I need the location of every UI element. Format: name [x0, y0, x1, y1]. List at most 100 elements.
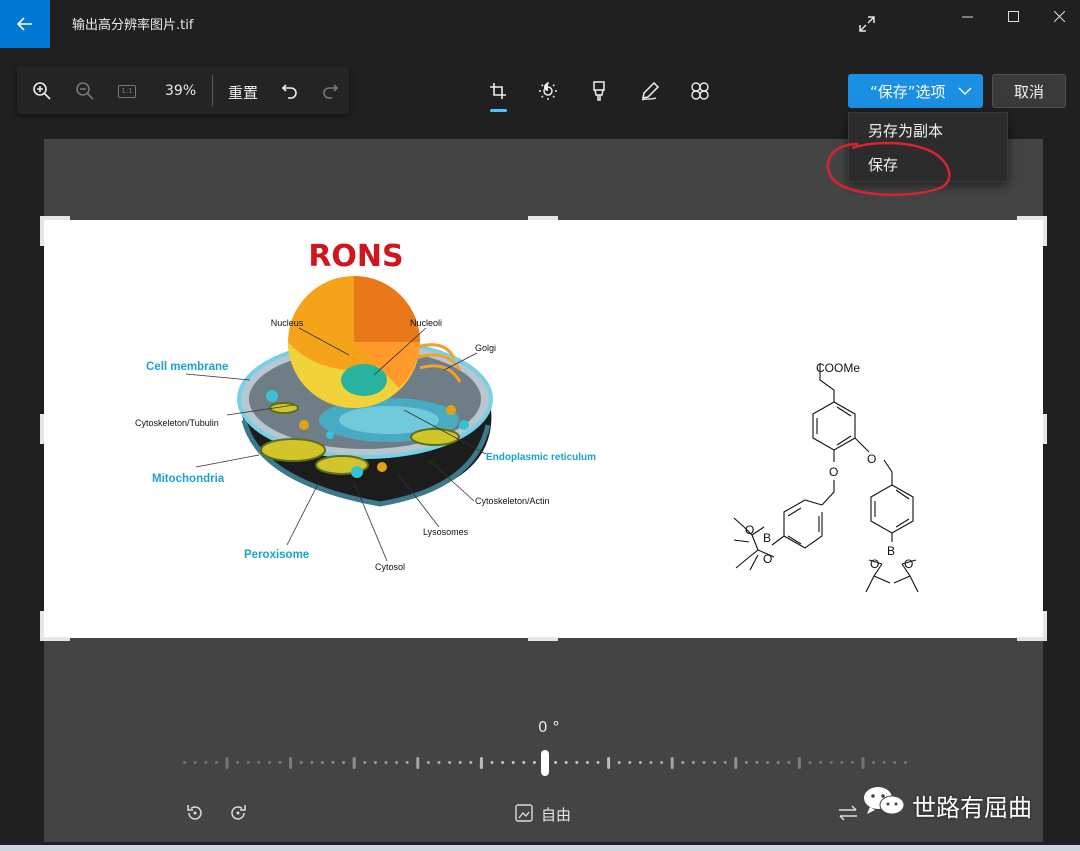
molecule-oxygen-5: O: [870, 557, 879, 571]
ruler-major-tick: [289, 757, 293, 769]
zoom-out-button[interactable]: [72, 78, 98, 104]
ruler-minor-tick: [617, 761, 621, 764]
crop-handle-top-left-v[interactable]: [40, 216, 44, 246]
crop-tool-button[interactable]: [485, 78, 511, 104]
ruler-minor-tick: [363, 761, 367, 764]
straighten-slider[interactable]: [180, 748, 910, 778]
brightness-icon: [539, 82, 557, 100]
ruler-minor-tick: [840, 761, 844, 764]
flip-button[interactable]: [835, 800, 861, 826]
photo-preview: RONS Nucleus Nucleoli Golgi Cell membran…: [44, 220, 1043, 638]
ruler-major-tick: [797, 757, 801, 769]
reset-button[interactable]: 重置: [228, 82, 258, 103]
ruler-minor-tick: [501, 761, 505, 764]
crop-handle-bottom-right-v[interactable]: [1043, 611, 1047, 641]
molecule-oxygen-4: O: [763, 552, 772, 566]
molecule-boron-1: B: [763, 531, 771, 545]
ruler-minor-tick: [691, 761, 695, 764]
actual-size-button[interactable]: 1:1: [114, 78, 140, 104]
ruler-minor-tick: [681, 761, 685, 764]
actual-size-text: 1:1: [121, 86, 133, 95]
ruler-major-tick: [416, 757, 420, 769]
ruler-minor-tick: [564, 761, 568, 764]
label-endoplasmic-reticulum: Endoplasmic reticulum: [486, 452, 596, 463]
maximize-icon: [1007, 10, 1019, 22]
maximize-button[interactable]: [990, 0, 1036, 32]
straighten-thumb[interactable]: [541, 750, 549, 776]
markup-tool-button[interactable]: [637, 78, 663, 104]
crop-handle-left[interactable]: [40, 414, 44, 444]
active-tool-indicator: [490, 109, 507, 112]
redo-button[interactable]: [317, 78, 343, 104]
expand-button[interactable]: [852, 10, 882, 38]
red-annotation-circle: [826, 141, 951, 197]
crop-handle-bottom-left[interactable]: [40, 637, 70, 641]
molecule-boron-2: B: [887, 544, 895, 558]
crop-handle-bottom-left-v[interactable]: [40, 611, 44, 641]
ruler-minor-tick: [660, 761, 664, 764]
filter-icon: [593, 81, 605, 101]
wechat-icon: [864, 787, 905, 815]
aspect-ratio-button[interactable]: [511, 800, 537, 826]
undo-icon: [281, 84, 297, 99]
retouch-tool-button[interactable]: [687, 78, 713, 104]
molecule-oxygen-1: O: [829, 465, 838, 479]
ruler-minor-tick: [755, 761, 759, 764]
ruler-minor-tick: [246, 761, 250, 764]
ruler-minor-tick: [448, 761, 452, 764]
filter-tool-button[interactable]: [586, 78, 612, 104]
save-options-label: “保存”选项: [870, 82, 946, 101]
ruler-minor-tick: [713, 761, 717, 764]
rotate-left-button[interactable]: [182, 800, 208, 826]
ruler-minor-tick: [585, 761, 589, 764]
ruler-minor-tick: [596, 761, 600, 764]
label-nucleoli: Nucleoli: [410, 318, 442, 328]
crop-handle-top-left[interactable]: [40, 216, 70, 220]
markup-pen-icon: [641, 81, 660, 101]
minimize-button[interactable]: [944, 0, 990, 32]
image-title: RONS: [308, 239, 403, 274]
ruler-major-tick: [352, 757, 356, 769]
ruler-minor-tick: [554, 761, 558, 764]
window-title: 输出高分辨率图片.tif: [72, 18, 194, 33]
rotate-right-button[interactable]: [225, 800, 251, 826]
expand-diagonal-icon: [859, 16, 875, 32]
ruler-minor-tick: [511, 761, 515, 764]
ruler-minor-tick: [299, 761, 303, 764]
cancel-button[interactable]: 取消: [992, 74, 1066, 108]
crop-handle-right[interactable]: [1043, 414, 1047, 444]
zoom-percent: 39%: [165, 83, 197, 99]
ruler-major-tick: [607, 757, 611, 769]
ruler-minor-tick: [257, 761, 261, 764]
close-button[interactable]: [1036, 0, 1080, 32]
rotate-right-icon: [231, 805, 246, 820]
zoom-in-button[interactable]: [29, 78, 55, 104]
ruler-major-tick: [861, 757, 865, 769]
actual-size-icon: 1:1: [118, 84, 136, 98]
watermark-text: 世路有屈曲: [912, 794, 1032, 822]
crop-handle-bottom[interactable]: [528, 637, 558, 641]
aspect-ratio-label[interactable]: 自由: [541, 804, 571, 825]
ruler-minor-tick: [183, 761, 187, 764]
undo-button[interactable]: [277, 78, 303, 104]
crop-handle-top-right-v[interactable]: [1043, 216, 1047, 246]
label-cytoskeleton-actin: Cytoskeleton/Actin: [475, 496, 550, 506]
save-options-button[interactable]: “保存”选项: [848, 74, 983, 108]
ruler-minor-tick: [638, 761, 642, 764]
crop-handle-top[interactable]: [528, 216, 558, 220]
label-peroxisome: Peroxisome: [244, 549, 309, 561]
crop-icon: [490, 83, 506, 99]
adjust-tool-button[interactable]: [535, 78, 561, 104]
back-button[interactable]: [0, 0, 50, 48]
ruler-minor-tick: [872, 761, 876, 764]
redo-icon: [323, 84, 339, 99]
toolbar-divider: [212, 75, 213, 106]
ruler-minor-tick: [458, 761, 462, 764]
ruler-minor-tick: [776, 761, 780, 764]
ruler-major-tick: [734, 757, 738, 769]
ruler-minor-tick: [320, 761, 324, 764]
zoom-out-icon: [76, 82, 94, 100]
ruler-minor-tick: [395, 761, 399, 764]
molecule-ester-label: COOMe: [816, 361, 860, 375]
arrow-left-icon: [17, 17, 32, 31]
